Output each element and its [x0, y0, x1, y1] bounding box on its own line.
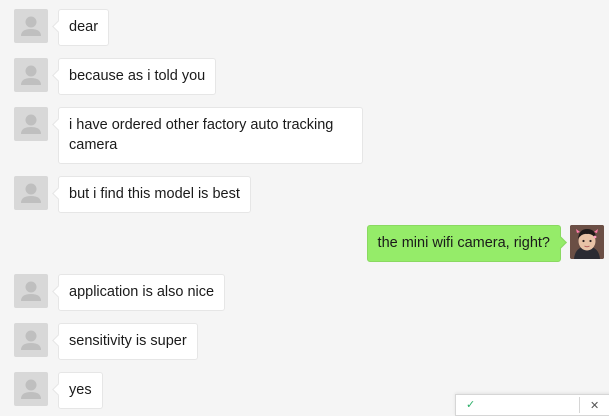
- user-photo-avatar: [570, 225, 604, 259]
- popup-divider: [579, 397, 580, 413]
- contact-avatar[interactable]: [14, 323, 48, 357]
- message-row-incoming: because as i told you: [0, 58, 609, 95]
- message-bubble[interactable]: because as i told you: [58, 58, 217, 95]
- contact-avatar[interactable]: [14, 274, 48, 308]
- message-bubble[interactable]: yes: [58, 372, 103, 409]
- message-row-incoming: dear: [0, 9, 609, 46]
- message-row-incoming: but i find this model is best: [0, 176, 609, 213]
- contact-avatar[interactable]: [14, 176, 48, 210]
- message-bubble[interactable]: sensitivity is super: [58, 323, 198, 360]
- popup-status-icon: ✓: [466, 399, 476, 411]
- message-bubble-outgoing[interactable]: the mini wifi camera, right?: [366, 225, 561, 262]
- message-bubble[interactable]: i have ordered other factory auto tracki…: [58, 107, 363, 164]
- contact-avatar[interactable]: [14, 9, 48, 43]
- message-text: the mini wifi camera, right?: [377, 235, 550, 251]
- message-text: sensitivity is super: [69, 333, 187, 349]
- default-user-avatar-icon: [21, 379, 41, 399]
- message-bubble[interactable]: but i find this model is best: [58, 176, 251, 213]
- self-avatar[interactable]: [570, 225, 604, 259]
- message-text: yes: [69, 382, 92, 398]
- default-user-avatar-icon: [21, 281, 41, 301]
- message-bubble[interactable]: application is also nice: [58, 274, 226, 311]
- contact-avatar[interactable]: [14, 58, 48, 92]
- message-text: because as i told you: [69, 68, 206, 84]
- default-user-avatar-icon: [21, 65, 41, 85]
- contact-avatar[interactable]: [14, 372, 48, 406]
- message-row-outgoing: the mini wifi camera, right?: [0, 225, 609, 262]
- message-text: but i find this model is best: [69, 186, 240, 202]
- message-row-incoming: sensitivity is super: [0, 323, 609, 360]
- message-text: dear: [69, 19, 99, 35]
- default-user-avatar-icon: [21, 114, 41, 134]
- default-user-avatar-icon: [21, 183, 41, 203]
- partial-popup-window[interactable]: ✓ ✕: [455, 394, 609, 416]
- message-row-incoming: i have ordered other factory auto tracki…: [0, 107, 609, 164]
- message-text: i have ordered other factory auto tracki…: [69, 117, 334, 153]
- message-row-incoming: application is also nice: [0, 274, 609, 311]
- message-bubble[interactable]: dear: [58, 9, 110, 46]
- default-user-avatar-icon: [21, 16, 41, 36]
- message-text: application is also nice: [69, 284, 215, 300]
- default-user-avatar-icon: [21, 330, 41, 350]
- contact-avatar[interactable]: [14, 107, 48, 141]
